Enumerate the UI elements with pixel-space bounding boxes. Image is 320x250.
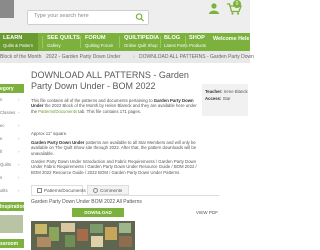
welcome-user[interactable]: Welcome Hele (213, 36, 249, 42)
file-title: Garden Party Down Under BOM 2022 All Pat… (31, 199, 142, 205)
sidebar-heading-inspiration: Inspiration (0, 202, 26, 211)
document-icon (37, 188, 42, 193)
intro-paragraph: This file contains all of the patterns a… (31, 98, 199, 114)
tab-label: Comments (100, 187, 123, 193)
view-pdf-button[interactable]: VIEW PDF (186, 208, 228, 217)
sidebar-heading: egory (0, 84, 24, 93)
pattern-preview-image (31, 221, 135, 250)
nav-shop[interactable]: SHOP Products (186, 33, 208, 51)
tab-comments[interactable]: Comments (87, 185, 129, 195)
chevron-right-icon: › (18, 123, 20, 128)
chevron-right-icon: › (18, 188, 20, 193)
nav-quiltipedia-sub: Online Quilt Shop (124, 43, 158, 48)
cart-count-badge: 0 (233, 0, 241, 8)
nav-divider (80, 36, 81, 48)
tab-label: Patterns/Documents (44, 187, 86, 193)
nav-see-quilts[interactable]: SEE QUILTS Gallery (44, 33, 80, 51)
intro-text: This file contains all of the patterns a… (31, 98, 154, 103)
sidebar-item[interactable]: Classes (0, 110, 15, 115)
search-icon[interactable] (135, 13, 145, 22)
availability-paragraph: Garden Party Down Under patterns are ava… (31, 140, 199, 156)
nav-see-quilts-sub: Gallery (47, 43, 61, 48)
access-label: Access: (205, 96, 222, 101)
breadcrumb-separator: › (40, 54, 42, 60)
sidebar-item[interactable]: n (0, 97, 2, 102)
related-files-paragraph: Garden Party Down Under Introduction and… (31, 159, 197, 175)
nav-divider (119, 36, 120, 48)
sidebar-heading-label: ssroom (0, 240, 19, 247)
access-value: Star (222, 96, 231, 101)
nav-quiltipedia-title: QUILTIPEDIA (124, 35, 160, 41)
search-placeholder: Type your search here (34, 13, 89, 19)
sidebar-item[interactable]: e (0, 136, 2, 141)
teacher-row: Teacher: Irene Blanck (205, 89, 248, 94)
download-button[interactable]: DOWNLOAD (72, 208, 124, 217)
size-paragraph: Approx 11" square. (31, 131, 68, 136)
quilt-preview-graphic (31, 221, 135, 250)
teacher-label: Teacher: (205, 89, 223, 94)
tab-patterns-documents[interactable]: Patterns/Documents (31, 185, 86, 195)
nav-see-quilts-title: SEE QUILTS (47, 35, 80, 41)
nav-blog-title: BLOG (164, 35, 181, 41)
breadcrumb-item[interactable]: 2022 - Garden Party Down Under (46, 54, 120, 60)
main-nav: LEARN Quilts & Pattern SEE QUILTS Galler… (0, 33, 250, 51)
search-input[interactable]: Type your search here (27, 10, 149, 25)
nav-forum[interactable]: FORUM Quilting Forum (82, 33, 116, 51)
nav-learn[interactable]: LEARN Quilts & Pattern (0, 33, 38, 51)
chevron-right-icon: › (18, 149, 20, 154)
sidebar-heading-label: egory (0, 85, 14, 92)
content-tabs: Patterns/Documents Comments (31, 185, 231, 195)
category-sidebar: egory n › Classes › ec › e › lt › Quilts… (0, 70, 26, 250)
sidebar-item[interactable]: Quilts (0, 162, 11, 167)
account-icon[interactable] (208, 2, 220, 14)
top-bar: Type your search here 0 (0, 0, 250, 33)
sidebar-item[interactable]: uilts (0, 188, 8, 193)
site-logo[interactable] (0, 0, 14, 18)
chevron-right-icon: › (18, 97, 20, 102)
comment-icon (93, 188, 98, 193)
sidebar-item[interactable]: lt (0, 149, 2, 154)
nav-quiltipedia[interactable]: QUILTIPEDIA Online Quilt Shop (121, 33, 159, 51)
breadcrumb: Block of the Month › 2022 - Garden Party… (0, 51, 254, 63)
chevron-right-icon: › (18, 110, 20, 115)
pattern-details-panel: Teacher: Irene Blanck Access: Star (202, 84, 248, 116)
chevron-right-icon: › (18, 162, 20, 167)
nav-blog[interactable]: BLOG Latest Posts (161, 33, 188, 51)
quilt-name: Garden Party Down Under (31, 140, 85, 145)
breadcrumb-item[interactable]: Block of the Month (0, 54, 41, 60)
nav-shop-title: SHOP (189, 35, 205, 41)
access-row: Access: Star (205, 96, 231, 101)
chevron-right-icon: › (18, 136, 20, 141)
breadcrumb-separator: › (133, 54, 135, 60)
inspiration-thumbnail[interactable] (0, 215, 23, 233)
chevron-right-icon: › (18, 175, 20, 180)
nav-forum-sub: Quilting Forum (85, 43, 114, 48)
nav-shop-sub: Products (189, 43, 206, 48)
breadcrumb-current: DOWNLOAD ALL PATTERNS - Garden Party Dow… (139, 54, 254, 60)
nav-learn-sub: Quilts & Pattern (3, 43, 34, 48)
tab-divider (31, 195, 219, 196)
teacher-value[interactable]: Irene Blanck (224, 89, 248, 94)
nav-forum-title: FORUM (85, 35, 106, 41)
sidebar-item[interactable]: ec (0, 123, 5, 128)
sidebar-heading-label: Inspiration (0, 203, 26, 210)
sidebar-heading-classroom: ssroom (0, 239, 24, 248)
nav-divider (42, 36, 43, 48)
nav-learn-title: LEARN (3, 35, 23, 41)
sidebar-item[interactable]: s (0, 175, 2, 180)
intro-text: tab. This file contains 171 pages. (77, 108, 142, 114)
page-title: DOWNLOAD ALL PATTERNS - Garden Party Dow… (31, 70, 189, 91)
patterns-documents-link[interactable]: Patterns/Documents (38, 109, 77, 114)
